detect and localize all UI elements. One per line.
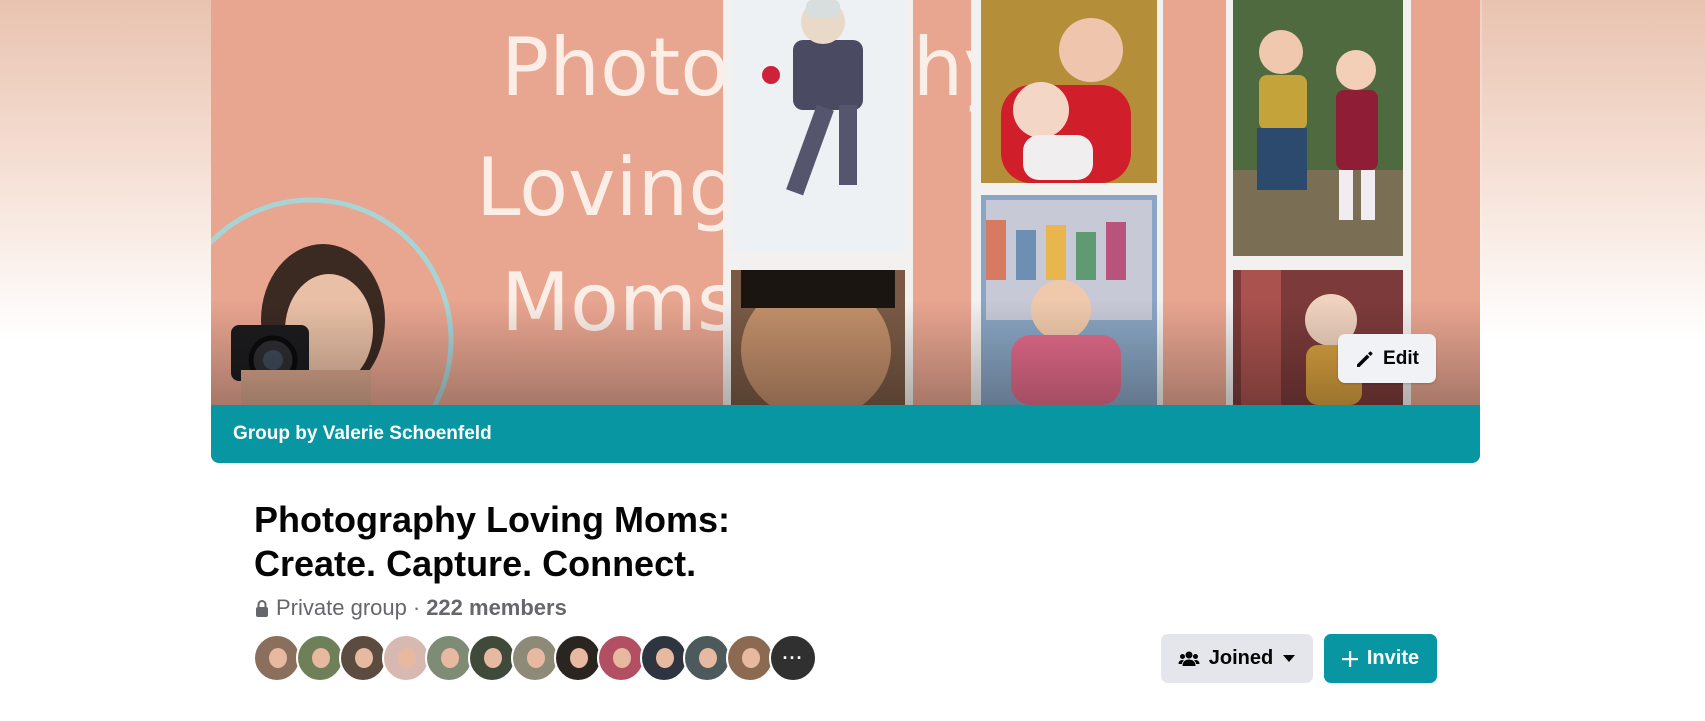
invite-label: Invite <box>1366 647 1420 669</box>
member-avatar[interactable] <box>554 634 602 682</box>
invite-button[interactable]: Invite <box>1324 634 1437 683</box>
lock-icon <box>254 599 270 617</box>
member-avatar[interactable] <box>296 634 344 682</box>
edit-cover-button[interactable]: Edit <box>1338 334 1436 383</box>
page-background-right <box>1482 0 1705 340</box>
cover-photo: Photography Loving Moms <box>211 0 1480 463</box>
more-dots-icon: ··· <box>771 636 815 680</box>
avatar-face <box>441 648 459 668</box>
pencil-icon <box>1357 351 1373 367</box>
edit-cover-label: Edit <box>1383 347 1419 369</box>
avatar-face <box>570 648 588 668</box>
members-icon <box>1178 651 1200 666</box>
member-avatars: ··· <box>253 634 817 682</box>
avatar-face <box>269 648 287 668</box>
member-avatar[interactable] <box>640 634 688 682</box>
member-avatar[interactable] <box>683 634 731 682</box>
avatar-face <box>656 648 674 668</box>
avatar-face <box>699 648 717 668</box>
cover-collage: Photography Loving Moms <box>211 0 1480 405</box>
avatar-face <box>484 648 502 668</box>
group-title[interactable]: Photography Loving Moms: Create. Capture… <box>254 498 894 586</box>
group-title-line-2: Create. Capture. Connect. <box>254 543 697 584</box>
member-avatar[interactable] <box>726 634 774 682</box>
caret-down-icon <box>1283 654 1296 662</box>
member-avatar[interactable] <box>253 634 301 682</box>
avatar-face <box>613 648 631 668</box>
member-avatar[interactable] <box>597 634 645 682</box>
photo-strip-1 <box>723 0 913 405</box>
cover-title-line-2: Loving <box>476 141 739 234</box>
avatar-face <box>312 648 330 668</box>
privacy-label[interactable]: Private group <box>276 595 407 621</box>
meta-separator: · <box>412 595 421 620</box>
member-count[interactable]: 222 members <box>426 595 567 621</box>
joined-button[interactable]: Joined <box>1161 634 1313 683</box>
plus-icon <box>1341 650 1358 667</box>
avatar-face <box>355 648 373 668</box>
group-title-line-1: Photography Loving Moms: <box>254 499 730 540</box>
member-avatar[interactable] <box>468 634 516 682</box>
photo-strip-2 <box>971 0 1163 405</box>
joined-label: Joined <box>1208 647 1274 669</box>
avatar-face <box>398 648 416 668</box>
member-avatar[interactable] <box>425 634 473 682</box>
more-members-avatar[interactable]: ··· <box>769 634 817 682</box>
page-background-left <box>0 0 211 340</box>
avatar-face <box>527 648 545 668</box>
cover-title-line-3: Moms <box>501 256 739 349</box>
avatar-face <box>742 648 760 668</box>
group-owner-text[interactable]: Group by Valerie Schoenfeld <box>233 423 492 445</box>
member-avatar[interactable] <box>382 634 430 682</box>
group-owner-banner: Group by Valerie Schoenfeld <box>211 405 1480 463</box>
member-avatar[interactable] <box>339 634 387 682</box>
group-meta: Private group · 222 members <box>254 594 567 622</box>
member-avatar[interactable] <box>511 634 559 682</box>
